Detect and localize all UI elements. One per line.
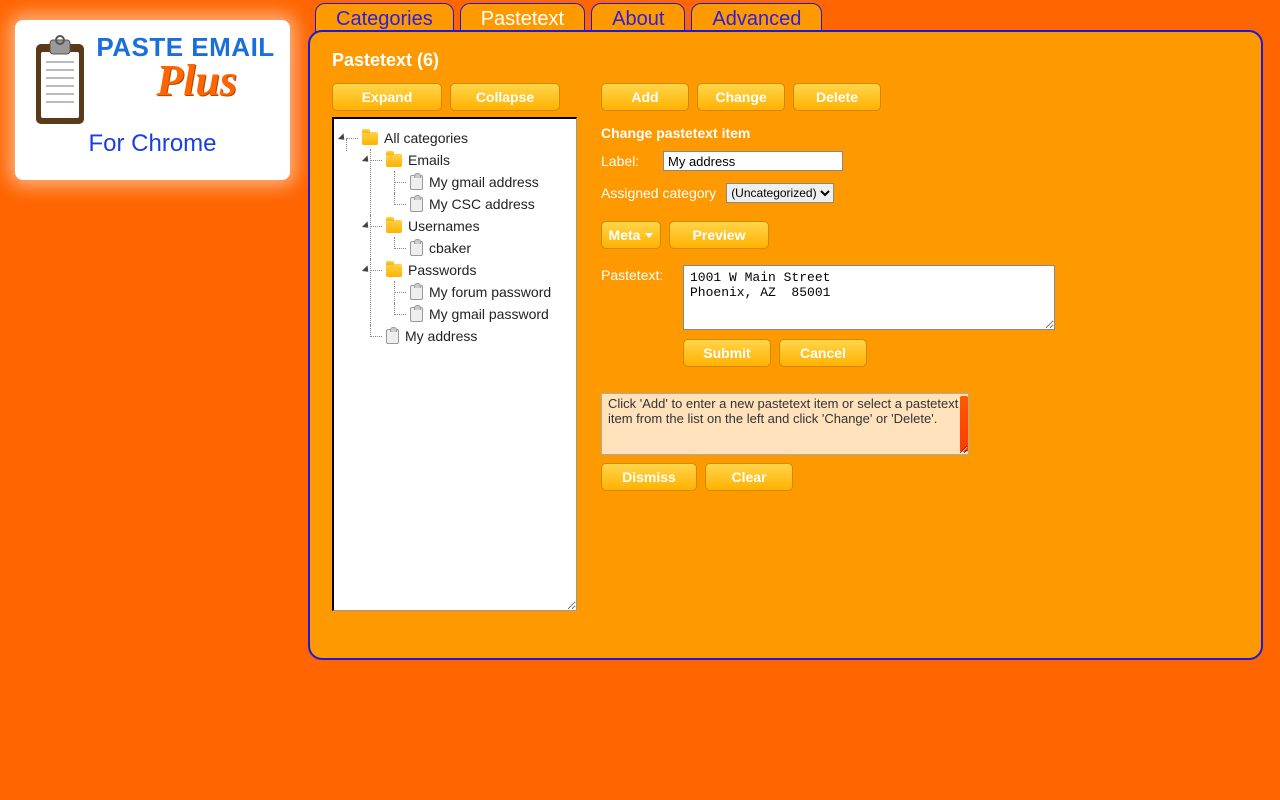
delete-button[interactable]: Delete (793, 83, 881, 111)
clipboard-icon (410, 241, 423, 256)
logo-subtitle: For Chrome (25, 130, 280, 158)
tree-item[interactable]: My gmail password (429, 303, 549, 325)
logo-plus: Plus (156, 55, 237, 106)
tree-root[interactable]: All categories (384, 127, 468, 149)
pastetext-textarea[interactable] (683, 265, 1055, 330)
chevron-down-icon (645, 233, 653, 238)
category-field-label: Assigned category (601, 183, 716, 201)
pastetext-panel: Pastetext (6) Expand Collapse All catego… (308, 30, 1263, 660)
folder-icon (386, 264, 402, 277)
expand-button[interactable]: Expand (332, 83, 442, 111)
clipboard-icon (410, 285, 423, 300)
tree-item[interactable]: My CSC address (429, 193, 535, 215)
folder-icon (386, 220, 402, 233)
submit-button[interactable]: Submit (683, 339, 771, 367)
meta-button[interactable]: Meta (601, 221, 661, 249)
clear-button[interactable]: Clear (705, 463, 793, 491)
clipboard-icon (386, 329, 399, 344)
tree-folder-emails[interactable]: Emails (408, 149, 450, 171)
tree-item[interactable]: My address (405, 325, 477, 347)
tree-item[interactable]: cbaker (429, 237, 471, 259)
folder-icon (386, 154, 402, 167)
tree-folder-usernames[interactable]: Usernames (408, 215, 480, 237)
label-field-label: Label: (601, 151, 653, 169)
pastetext-field-label: Pastetext: (601, 265, 673, 283)
dismiss-button[interactable]: Dismiss (601, 463, 697, 491)
change-button[interactable]: Change (697, 83, 785, 111)
clipboard-icon (30, 32, 90, 132)
category-tree[interactable]: All categories Emails My gmail address M… (332, 117, 577, 611)
cancel-button[interactable]: Cancel (779, 339, 867, 367)
clipboard-icon (410, 307, 423, 322)
collapse-button[interactable]: Collapse (450, 83, 560, 111)
hint-box: Click 'Add' to enter a new pastetext ite… (601, 393, 969, 455)
label-input[interactable] (663, 151, 843, 171)
folder-icon (362, 132, 378, 145)
meta-button-label: Meta (609, 227, 641, 243)
form-header: Change pastetext item (601, 125, 1239, 141)
clipboard-icon (410, 197, 423, 212)
panel-title: Pastetext (6) (332, 50, 1239, 71)
tree-item[interactable]: My forum password (429, 281, 551, 303)
add-button[interactable]: Add (601, 83, 689, 111)
category-select[interactable]: (Uncategorized) (726, 183, 834, 203)
tree-folder-passwords[interactable]: Passwords (408, 259, 476, 281)
clipboard-icon (410, 175, 423, 190)
tree-item[interactable]: My gmail address (429, 171, 539, 193)
logo-card: Paste Email Plus For Chrome (15, 20, 290, 180)
preview-button[interactable]: Preview (669, 221, 769, 249)
